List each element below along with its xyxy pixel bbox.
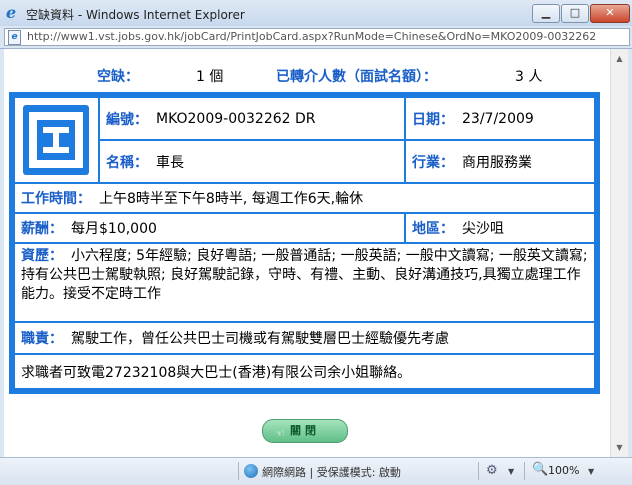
status-divider <box>524 462 525 480</box>
duties-value: 駕駛工作，曾任公共巴士司機或有駕駛雙層巴士經驗優先考慮 <box>71 331 449 347</box>
minimize-button[interactable]: ▁ <box>532 4 560 23</box>
order-no-label: 編號： <box>106 111 148 128</box>
scroll-down-icon[interactable]: ▼ <box>613 440 626 455</box>
job-title-label: 名稱： <box>106 154 148 171</box>
maximize-button[interactable]: □ <box>561 4 589 23</box>
chevron-down-icon[interactable]: ▼ <box>508 467 514 476</box>
referred-label: 已轉介人數（面試名額）： <box>276 69 437 85</box>
job-title-cell: 名稱： 車長 <box>100 141 404 182</box>
referred-value: 3 人 <box>515 69 543 85</box>
order-no-cell: 編號： MKO2009-0032262 DR <box>100 98 404 139</box>
zoom-level[interactable]: 100% <box>548 464 579 477</box>
labour-department-logo <box>23 105 89 175</box>
district-cell: 地區： 尖沙咀 <box>406 214 594 242</box>
job-card: 編號： MKO2009-0032262 DR 日期： 23/7/2009 名稱：… <box>9 92 600 394</box>
page-icon: e <box>8 30 21 45</box>
date-cell: 日期： 23/7/2009 <box>406 98 594 139</box>
district-value: 尖沙咀 <box>462 221 504 237</box>
close-window-button[interactable]: ✕ <box>590 4 630 23</box>
job-title-value: 車長 <box>156 154 184 171</box>
address-field[interactable]: e http://www1.vst.jobs.gov.hk/jobCard/Pr… <box>4 28 630 46</box>
zoom-dropdown-icon[interactable]: ▼ <box>588 467 594 476</box>
salary-cell: 薪酬： 每月$10,000 <box>15 214 404 242</box>
industry-value: 商用服務業 <box>462 154 532 171</box>
date-label: 日期： <box>412 111 454 128</box>
scroll-up-icon[interactable]: ▲ <box>613 51 626 66</box>
industry-label: 行業： <box>412 154 454 171</box>
working-hours-cell: 工作時間： 上午8時半至下午8時半, 每週工作6天,輪休 <box>15 184 594 212</box>
duties-cell: 職責： 駕駛工作，曾任公共巴士司機或有駕駛雙層巴士經驗優先考慮 <box>15 323 594 353</box>
status-bar: 網際網路 | 受保護模式: 啟動 ⚙ ▼ 🔍 100% ▼ <box>0 457 632 485</box>
close-page-button[interactable]: ☜ 關閉 <box>262 419 348 443</box>
vertical-scrollbar[interactable]: ▲ ▼ <box>610 49 628 457</box>
qualifications-cell: 資歷： 小六程度; 5年經驗; 良好粵語; 一般普通話; 一般英語; 一般中文讀寫… <box>15 244 594 321</box>
window-title: 空缺資料 - Windows Internet Explorer <box>26 8 245 22</box>
address-url[interactable]: http://www1.vst.jobs.gov.hk/jobCard/Prin… <box>27 30 603 43</box>
security-zone[interactable]: 網際網路 | 受保護模式: 啟動 <box>262 464 401 480</box>
close-page-label: 關閉 <box>290 424 320 437</box>
status-divider <box>478 462 479 480</box>
working-hours-label: 工作時間： <box>21 191 91 207</box>
ie-logo-icon: e <box>6 3 17 22</box>
address-bar: e http://www1.vst.jobs.gov.hk/jobCard/Pr… <box>0 26 632 49</box>
order-no-value: MKO2009-0032262 DR <box>156 110 316 127</box>
salary-label: 薪酬： <box>21 221 63 237</box>
qualifications-value: 小六程度; 5年經驗; 良好粵語; 一般普通話; 一般英語; 一般中文讀寫; 一… <box>21 248 588 302</box>
qualifications-label: 資歷： <box>21 248 63 264</box>
globe-icon <box>244 464 258 478</box>
duties-label: 職責： <box>21 331 63 347</box>
window-titlebar: e 空缺資料 - Windows Internet Explorer ▁ □ ✕ <box>0 0 632 27</box>
vacancy-label: 空缺： <box>97 69 139 85</box>
contact-cell: 求職者可致電27232108與大巴士(香港)有限公司余小姐聯絡。 <box>15 355 594 388</box>
district-label: 地區： <box>412 221 454 237</box>
industry-cell: 行業： 商用服務業 <box>406 141 594 182</box>
page-content: 空缺： 1 個 已轉介人數（面試名額）： 3 人 編號： MKO2009-003… <box>4 49 610 457</box>
hand-icon: ☜ <box>275 427 285 440</box>
working-hours-value: 上午8時半至下午8時半, 每週工作6天,輪休 <box>99 191 364 207</box>
contact-info: 求職者可致電27232108與大巴士(香港)有限公司余小姐聯絡。 <box>21 364 412 381</box>
logo-cell <box>15 98 98 182</box>
salary-value: 每月$10,000 <box>71 221 157 237</box>
vacancy-value: 1 個 <box>196 69 224 85</box>
status-divider <box>238 462 239 480</box>
zoom-icon[interactable]: 🔍 <box>532 462 548 477</box>
gear-icon[interactable]: ⚙ <box>486 463 498 478</box>
date-value: 23/7/2009 <box>462 110 534 127</box>
